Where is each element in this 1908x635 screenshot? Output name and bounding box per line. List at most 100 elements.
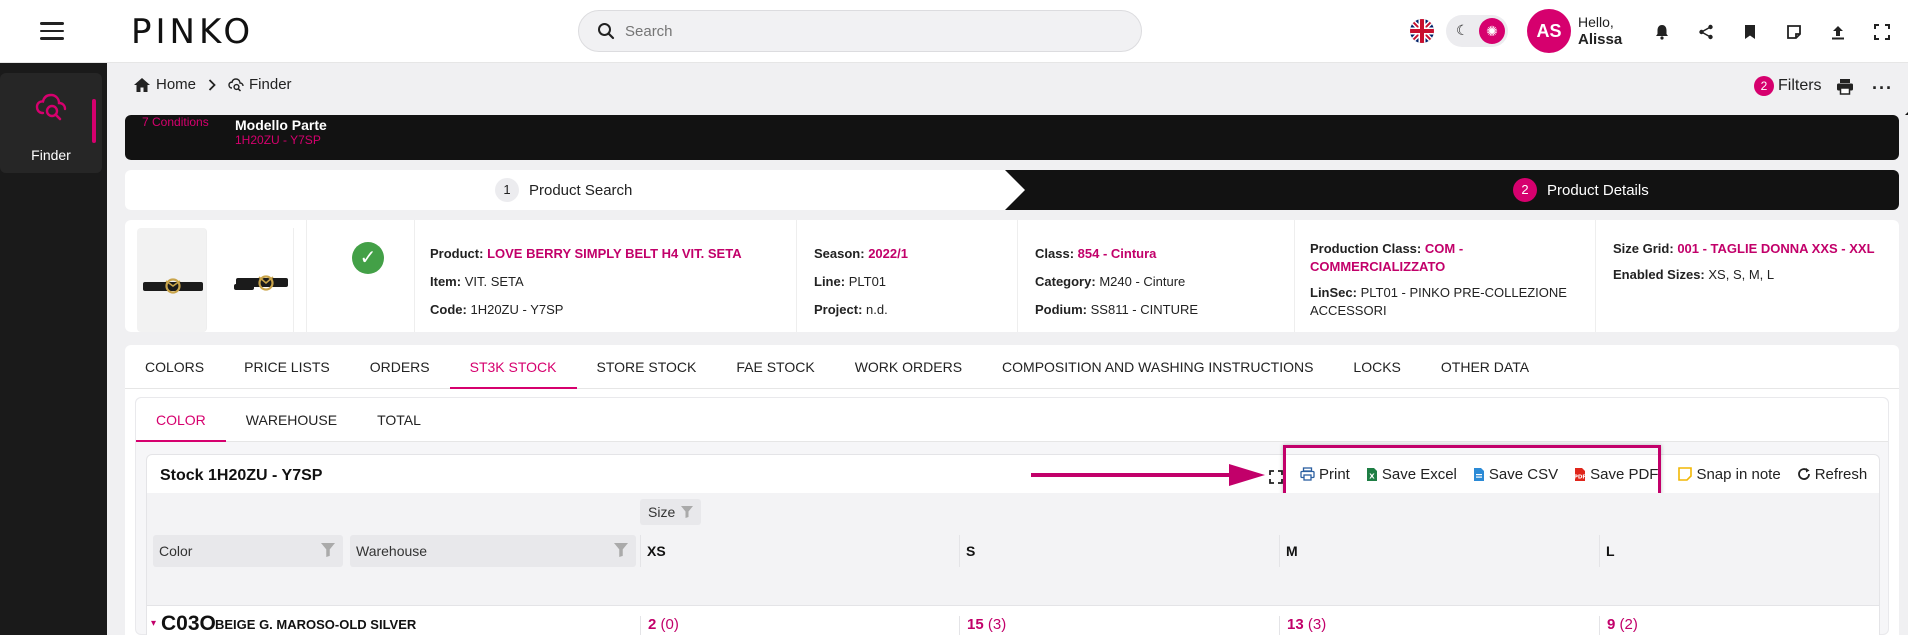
tab-orders[interactable]: ORDERS [350, 345, 450, 388]
more-options-icon[interactable]: ··· [1872, 78, 1893, 99]
size-grid: 001 - TAGLIE DONNA XXS - XXL [1677, 241, 1875, 256]
stock-cell[interactable]: 15 (3) [959, 616, 1279, 635]
save-csv-button[interactable]: Save CSV [1465, 466, 1566, 483]
breadcrumb-finder: Finder [249, 76, 292, 93]
tab-price-lists[interactable]: PRICE LISTS [224, 345, 350, 388]
stock-cell[interactable]: 9 (2) [1599, 616, 1879, 635]
active-indicator [92, 99, 96, 143]
tab-st3k-stock[interactable]: ST3K STOCK [449, 345, 577, 389]
fullscreen-icon[interactable] [1860, 19, 1904, 45]
size-column-header[interactable]: M [1279, 535, 1599, 567]
step-product-search[interactable]: 1 Product Search [125, 170, 1025, 210]
subtab-total[interactable]: TOTAL [357, 398, 441, 441]
save-excel-label: Save Excel [1381, 465, 1457, 483]
pdf-icon: PDF [1574, 467, 1586, 481]
size-column-header[interactable]: L [1599, 535, 1879, 567]
size-column-header[interactable]: S [959, 535, 1279, 567]
uk-flag-icon[interactable] [1410, 19, 1434, 43]
tab-other-data[interactable]: OTHER DATA [1421, 345, 1549, 388]
grid-title: Stock 1H20ZU - Y7SP [160, 467, 323, 484]
breadcrumb: Home Finder [133, 76, 292, 93]
divider [414, 220, 415, 332]
step-product-details[interactable]: 2 Product Details [1005, 170, 1899, 210]
color-filter[interactable]: Color [153, 535, 343, 567]
user-name: Alissa [1578, 31, 1623, 48]
refresh-button[interactable]: Refresh [1789, 466, 1876, 483]
svg-text:X: X [1369, 472, 1375, 480]
search-icon [598, 23, 615, 40]
breadcrumb-home[interactable]: Home [156, 76, 196, 93]
hamburger-menu-icon[interactable] [40, 22, 64, 40]
save-csv-label: Save CSV [1488, 465, 1559, 483]
warehouse-filter-label: Warehouse [356, 543, 428, 559]
expand-row-icon[interactable]: ▾ [151, 618, 156, 629]
user-greeting: Hello, Alissa [1578, 14, 1622, 48]
filter-icon [321, 543, 335, 557]
divider [1294, 220, 1295, 332]
tab-store-stock[interactable]: STORE STOCK [577, 345, 717, 388]
sidebar-item-finder[interactable]: Finder [0, 73, 102, 173]
product-category: M240 - Cinture [1099, 274, 1186, 289]
pointer-arrow [1031, 464, 1265, 486]
product-info-col1: Product: LOVE BERRY SIMPLY BELT H4 VIT. … [430, 246, 742, 317]
subtab-warehouse[interactable]: WAREHOUSE [226, 398, 357, 441]
print-label: Print [1319, 465, 1350, 483]
bell-icon[interactable] [1640, 19, 1684, 45]
save-excel-button[interactable]: X Save Excel [1358, 466, 1465, 483]
upload-icon[interactable] [1816, 19, 1860, 45]
divider [1017, 220, 1018, 332]
save-pdf-button[interactable]: PDF Save PDF [1566, 466, 1666, 483]
product-season: 2022/1 [868, 246, 908, 261]
refresh-label: Refresh [1814, 465, 1868, 483]
divider [1595, 220, 1596, 332]
share-icon[interactable] [1684, 19, 1728, 45]
size-group-chip[interactable]: Size [640, 499, 702, 525]
brand-logo[interactable]: PINKO [131, 12, 254, 52]
product-image-side[interactable] [224, 228, 294, 332]
product-class: 854 - Cintura [1077, 246, 1157, 261]
size-column-header[interactable]: XS [640, 535, 959, 567]
tab-fae-stock[interactable]: FAE STOCK [716, 345, 834, 388]
tab-locks[interactable]: LOCKS [1333, 345, 1420, 388]
tab-composition[interactable]: COMPOSITION AND WASHING INSTRUCTIONS [982, 345, 1333, 388]
excel-icon: X [1366, 467, 1377, 481]
step-number: 2 [1513, 178, 1537, 202]
bookmark-icon[interactable] [1728, 19, 1772, 45]
stock-cell[interactable]: 2 (0) [640, 616, 959, 635]
csv-icon [1473, 467, 1484, 481]
svg-text:PDF: PDF [1574, 474, 1586, 480]
theme-toggle[interactable]: ☾ ✺ [1446, 15, 1508, 47]
filter-icon [681, 506, 694, 518]
stock-grid: Stock 1H20ZU - Y7SP Print X Save Excel S… [146, 445, 1880, 635]
filters-button[interactable]: 2 Filters [1754, 76, 1822, 96]
search-input[interactable] [625, 19, 1105, 43]
check-icon: ✓ [352, 242, 384, 274]
avatar[interactable]: AS [1527, 9, 1571, 53]
note-icon[interactable] [1772, 19, 1816, 45]
product-info-col5: Size Grid: 001 - TAGLIE DONNA XXS - XXL … [1613, 241, 1875, 282]
product-info-col4: Production Class: COM - COMMERCIALIZZATO… [1310, 241, 1567, 318]
grid-toolbar: Print X Save Excel Save CSV PDF Save PDF… [1292, 455, 1875, 493]
color-name: BEIGE G. MAROSO-OLD SILVER [215, 617, 417, 632]
product-item: VIT. SETA [464, 274, 524, 289]
product-image-front[interactable] [137, 228, 207, 332]
sidebar-item-label: Finder [31, 147, 71, 163]
warehouse-filter[interactable]: Warehouse [350, 535, 636, 567]
tab-work-orders[interactable]: WORK ORDERS [835, 345, 982, 388]
expand-icon[interactable] [1269, 470, 1283, 484]
home-icon[interactable] [133, 77, 151, 93]
table-row[interactable]: ▾ C03O BEIGE G. MAROSO-OLD SILVER 2 (0) … [147, 605, 1879, 635]
print-button[interactable]: Print [1292, 466, 1358, 483]
product-name: LOVE BERRY SIMPLY BELT H4 VIT. SETA [487, 246, 742, 261]
tab-colors[interactable]: COLORS [125, 345, 224, 388]
search-box[interactable] [578, 10, 1142, 52]
subtab-color[interactable]: COLOR [136, 398, 226, 442]
conditions-bar[interactable]: 7 Conditions Modello Parte 1H20ZU - Y7SP [125, 105, 1908, 160]
cloud-search-icon [35, 93, 67, 121]
stock-cell[interactable]: 13 (3) [1279, 616, 1599, 635]
snap-in-note-button[interactable]: Snap in note [1670, 466, 1788, 483]
tab-content: COLOR WAREHOUSE TOTAL Stock 1H20ZU - Y7S… [125, 389, 1899, 635]
sub-tabs: COLOR WAREHOUSE TOTAL [136, 398, 1888, 442]
size-chip-label: Size [648, 504, 676, 520]
print-icon[interactable] [1836, 78, 1854, 95]
